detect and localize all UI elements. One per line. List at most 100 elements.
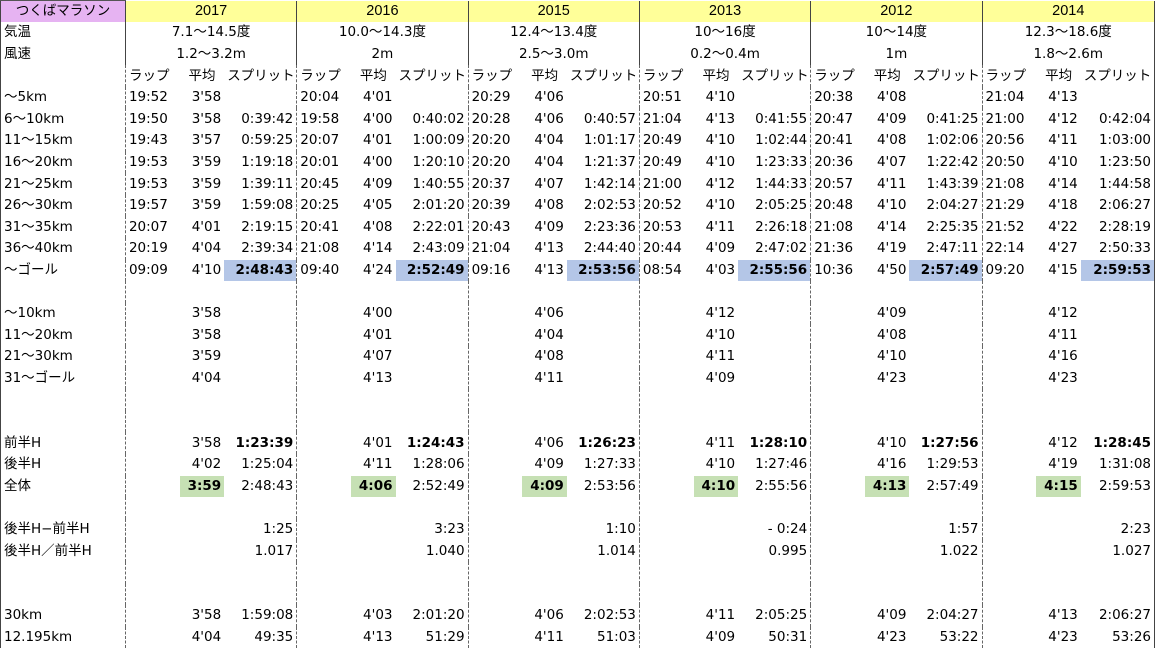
blank-cell <box>124 324 180 346</box>
split-time: 2:05:25 <box>755 197 808 214</box>
blank-cell <box>396 584 469 606</box>
avg-pace: 4'50 <box>876 261 907 278</box>
lap-header: ラップ <box>638 65 694 87</box>
temp-value: 12.4〜13.4度 <box>467 22 640 44</box>
blank-cell <box>738 346 811 368</box>
half-pace: 4'11 <box>705 434 736 451</box>
blank-cell <box>351 519 395 541</box>
blank-cell <box>467 497 523 519</box>
blank-cell <box>1036 584 1080 606</box>
blank-cell <box>738 584 811 606</box>
blank-cell <box>1036 562 1080 584</box>
avg-pace: 4'13 <box>534 240 564 257</box>
blank-cell <box>522 584 566 606</box>
diff-value: 2:23 <box>1080 518 1155 541</box>
blank-cell <box>909 389 982 411</box>
half-time: 1:23:39 <box>235 434 294 451</box>
distance-time: 2:06:27 <box>1080 605 1155 627</box>
row-label: 11〜20km <box>0 324 126 346</box>
segment-row: 26〜30km 19:57 3'59 1:59:08 20:25 4'05 2:01:20 2… <box>0 194 1155 217</box>
lap-time: 09:40 <box>296 259 352 282</box>
avg-pace: 4'09 <box>534 218 564 235</box>
blank-cell <box>467 475 523 498</box>
blank-cell <box>638 367 694 390</box>
blank-cell <box>396 562 469 584</box>
blank-cell <box>981 518 1037 541</box>
overall-pace: 4:10 <box>693 475 739 498</box>
lap-time: 21:04 <box>638 108 694 131</box>
blank-cell <box>981 497 1037 519</box>
lap-time: 20:47 <box>810 108 866 131</box>
blank-cell <box>1080 302 1155 325</box>
half-time: 2:48:43 <box>241 477 294 494</box>
lap-time: 22:14 <box>981 238 1037 260</box>
blank-cell <box>810 561 866 584</box>
half-time: 1:24:43 <box>406 434 465 451</box>
blank-cell <box>981 367 1037 390</box>
segment-row: 21〜25km 19:53 3'59 1:39:11 20:45 4'09 1:40:55 2… <box>0 173 1155 195</box>
section-avg: 4'13 <box>363 369 393 386</box>
row-label: 風速 <box>0 43 126 66</box>
distance-pace: 4'04 <box>191 629 222 646</box>
split-time: 0:40:57 <box>583 110 636 127</box>
split-header: スプリット <box>227 67 295 84</box>
section-avg: 3'59 <box>191 348 222 365</box>
row-label: 〜5km <box>0 86 126 109</box>
blank-cell <box>865 281 909 303</box>
spacer-row <box>0 561 1155 584</box>
split-time <box>567 87 640 109</box>
lap-header: ラップ <box>467 65 523 87</box>
split-time <box>224 87 297 109</box>
split-time <box>909 87 982 109</box>
half-row: 後半H 4'02 1:25:04 4'11 1:28:06 4'09 1:27:33 4'10… <box>0 453 1155 476</box>
lap-time: 20:07 <box>124 216 180 239</box>
blank-cell <box>981 475 1037 498</box>
distance-pace: 4'09 <box>705 629 736 646</box>
results-table: つくばマラソン 2017 2016 2015 2013 2012 2014 気温 7.1〜14.… <box>0 0 1156 648</box>
distance-time: 2:02:53 <box>583 607 636 624</box>
lap-time: 20:39 <box>467 194 523 217</box>
row-label: 全体 <box>0 475 126 498</box>
lap-time: 20:28 <box>467 108 523 131</box>
blank-cell <box>1080 324 1155 346</box>
blank-cell <box>909 303 982 325</box>
section-avg-row: 〜10km 3'58 4'00 4'06 4'12 4'09 4'12 <box>0 302 1155 325</box>
row-label: 30km <box>0 605 126 627</box>
blank-cell <box>810 389 866 411</box>
blank-cell <box>810 518 866 541</box>
diff-value: 1:10 <box>605 521 636 538</box>
avg-pace: 4'01 <box>363 132 393 149</box>
distance-pace: 4'06 <box>534 607 564 624</box>
lap-time: 20:45 <box>296 173 352 195</box>
blank-cell <box>0 561 126 584</box>
split-time: 2:04:27 <box>926 197 979 214</box>
wind-value: 2.5〜3.0m <box>467 43 640 66</box>
split-time: 1:02:06 <box>926 132 979 149</box>
blank-cell <box>224 346 297 368</box>
blank-cell <box>467 302 523 325</box>
half-time: 2:55:56 <box>755 477 808 494</box>
blank-cell <box>1036 497 1080 519</box>
avg-header: 平均 <box>531 67 559 84</box>
blank-cell <box>694 519 738 541</box>
blank-cell <box>224 324 297 346</box>
blank-cell <box>0 65 126 87</box>
distance-row: 12.195km 4'04 49:35 4'13 51:29 4'11 51:03 4'09 5… <box>0 626 1155 648</box>
split-time: 1:44:33 <box>755 175 808 192</box>
blank-cell <box>738 281 811 303</box>
lap-time: 21:00 <box>981 108 1037 131</box>
split-time: 1:19:18 <box>241 153 294 170</box>
lap-time: 20:44 <box>638 238 694 260</box>
distance-time: 2:01:20 <box>412 607 465 624</box>
blank-cell <box>567 303 640 325</box>
blank-cell <box>296 453 352 476</box>
section-avg: 4'09 <box>876 305 907 322</box>
blank-cell <box>1080 583 1155 606</box>
half-pace: 4'09 <box>534 456 564 473</box>
blank-cell <box>351 281 395 303</box>
split-time: 2:44:40 <box>583 240 636 257</box>
finish-time: 2:55:56 <box>738 259 811 282</box>
avg-pace: 4'06 <box>534 89 564 106</box>
blank-cell <box>638 540 694 562</box>
split-time: 2:47:02 <box>755 240 808 257</box>
